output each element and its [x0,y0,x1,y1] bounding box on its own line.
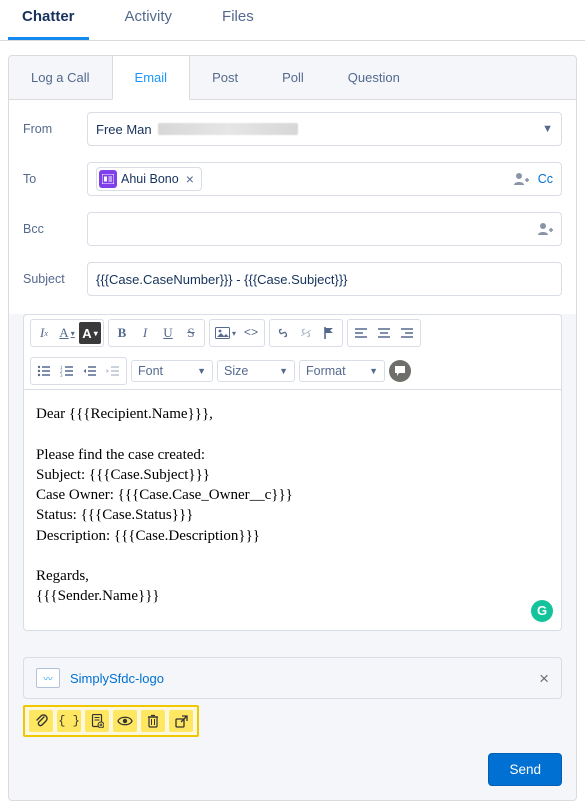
subject-input[interactable] [96,272,553,287]
italic-button[interactable]: I [134,322,156,344]
chevron-down-icon: ▼ [542,123,553,135]
flag-button[interactable] [318,322,340,344]
remove-recipient-icon[interactable]: × [183,172,197,186]
attach-file-button[interactable] [29,710,53,732]
add-contact-icon[interactable] [537,222,553,236]
from-label: From [23,122,87,136]
send-button[interactable]: Send [488,753,562,786]
insert-image-button[interactable]: ▾ [212,322,239,344]
email-form: From Free Man ▼ To Ahui Bono × [9,100,576,314]
from-email-redacted [158,123,298,135]
subtab-poll[interactable]: Poll [260,56,326,99]
text-color-button[interactable]: A▾ [56,322,78,344]
size-select[interactable]: Size▼ [217,360,295,382]
grammarly-icon[interactable]: G [531,600,553,622]
delete-draft-button[interactable] [141,710,165,732]
contact-icon [99,170,117,188]
subject-row: Subject [23,262,562,296]
add-contact-icon[interactable] [513,172,529,186]
strikethrough-button[interactable]: S [180,322,202,344]
remove-link-button[interactable] [295,322,317,344]
insert-comment-button[interactable] [389,360,411,382]
outdent-button[interactable] [79,360,101,382]
to-field[interactable]: Ahui Bono × Cc [87,162,562,196]
body-line: Case Owner: {{{Case.Case_Owner__c}}} [36,485,549,505]
bold-button[interactable]: B [111,322,133,344]
from-name: Free Man [96,122,152,137]
editor-toolbar: Ix A▾ A▾ B I U S ▾ <> [24,315,561,390]
align-center-button[interactable] [373,322,395,344]
tab-activity[interactable]: Activity [111,0,187,40]
bcc-field[interactable] [87,212,562,246]
bcc-row: Bcc [23,212,562,246]
align-right-button[interactable] [396,322,418,344]
insert-template-button[interactable] [85,710,109,732]
align-left-button[interactable] [350,322,372,344]
from-row: From Free Man ▼ [23,112,562,146]
code-button[interactable]: <> [240,322,262,344]
merge-field-button[interactable]: { } [57,710,81,732]
body-line: {{{Sender.Name}}} [36,586,549,606]
clear-formatting-button[interactable]: Ix [33,322,55,344]
recipient-name: Ahui Bono [121,172,179,186]
recipient-pill[interactable]: Ahui Bono × [96,167,202,191]
remove-attachment-icon[interactable]: × [539,670,549,687]
body-line: Dear {{{Recipient.Name}}}, [36,404,549,424]
attachment-item: 〰 SimplySfdc-logo × [23,657,562,699]
popout-button[interactable] [169,710,193,732]
bullet-list-button[interactable] [33,360,55,382]
top-tab-bar: Chatter Activity Files [0,0,585,41]
rich-text-editor: Ix A▾ A▾ B I U S ▾ <> [23,314,562,631]
numbered-list-button[interactable]: 123 [56,360,78,382]
body-line: Subject: {{{Case.Subject}}} [36,465,549,485]
image-thumbnail-icon: 〰 [36,668,60,688]
to-label: To [23,172,87,186]
composer-panel: Log a Call Email Post Poll Question From… [8,55,577,801]
insert-link-button[interactable] [272,322,294,344]
subject-label: Subject [23,272,87,286]
subject-field-wrapper [87,262,562,296]
body-line: Status: {{{Case.Status}}} [36,505,549,525]
body-line: Description: {{{Case.Description}}} [36,526,549,546]
font-select[interactable]: Font▼ [131,360,213,382]
underline-button[interactable]: U [157,322,179,344]
subtab-email[interactable]: Email [112,56,191,100]
tab-files[interactable]: Files [208,0,268,40]
composer-tab-bar: Log a Call Email Post Poll Question [9,56,576,100]
cc-link[interactable]: Cc [538,172,553,186]
preview-button[interactable] [113,710,137,732]
bcc-label: Bcc [23,222,87,236]
subtab-post[interactable]: Post [190,56,260,99]
attachment-name[interactable]: SimplySfdc-logo [70,671,164,686]
to-row: To Ahui Bono × Cc [23,162,562,196]
body-line: Please find the case created: [36,445,549,465]
from-select[interactable]: Free Man ▼ [87,112,562,146]
subtab-log-a-call[interactable]: Log a Call [9,56,112,99]
format-select[interactable]: Format▼ [299,360,385,382]
body-line: Regards, [36,566,549,586]
indent-button[interactable] [102,360,124,382]
tab-chatter[interactable]: Chatter [8,0,89,40]
send-row: Send [23,753,562,786]
subtab-question[interactable]: Question [326,56,422,99]
email-action-row: { } [23,705,199,737]
highlight-color-button[interactable]: A▾ [79,322,101,344]
svg-text:3: 3 [60,374,63,377]
email-body[interactable]: Dear {{{Recipient.Name}}}, Please find t… [24,390,561,630]
